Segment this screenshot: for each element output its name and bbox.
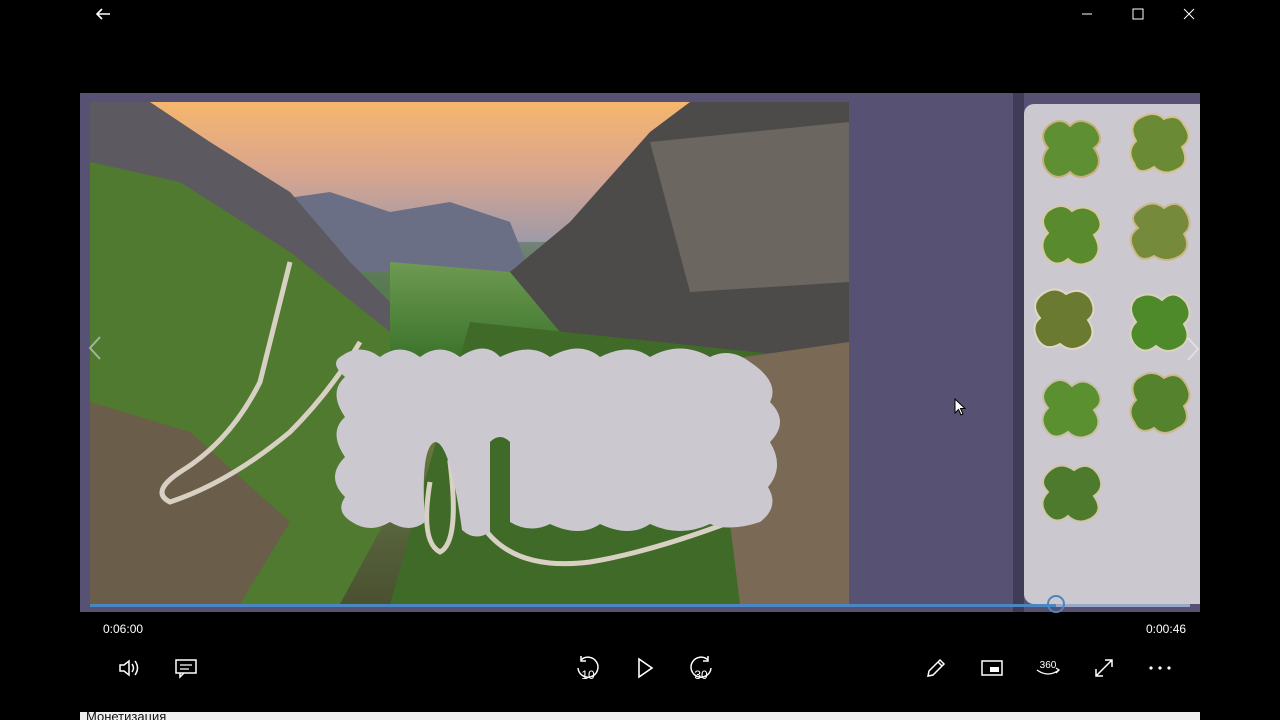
puzzle-board[interactable] <box>90 102 849 604</box>
puzzle-piece[interactable] <box>1036 199 1108 271</box>
svg-text:30: 30 <box>694 668 708 682</box>
subtitles-icon[interactable] <box>170 653 202 683</box>
puzzle-piece[interactable] <box>1036 372 1108 444</box>
tray-divider <box>1013 93 1024 612</box>
remaining-time: 0:00:46 <box>1146 622 1187 636</box>
seek-bar[interactable] <box>90 595 1190 613</box>
maximize-icon[interactable] <box>1115 0 1161 28</box>
forward-30-icon[interactable]: 30 <box>685 653 717 683</box>
mouse-cursor-icon <box>954 398 966 416</box>
mini-view-icon[interactable] <box>976 653 1008 683</box>
puzzle-piece[interactable] <box>1124 366 1196 438</box>
seek-thumb[interactable] <box>1046 595 1065 613</box>
back-arrow-icon[interactable] <box>80 0 126 28</box>
puzzle-piece[interactable] <box>1124 107 1196 179</box>
svg-text:360: 360 <box>1040 660 1057 671</box>
play-icon[interactable] <box>629 653 661 683</box>
more-icon[interactable] <box>1144 653 1176 683</box>
fullscreen-icon[interactable] <box>1088 653 1120 683</box>
edit-pencil-icon[interactable] <box>920 653 952 683</box>
previous-arrow-icon[interactable] <box>86 333 106 363</box>
svg-text:10: 10 <box>581 668 595 682</box>
puzzle-piece[interactable] <box>1028 282 1100 354</box>
close-icon[interactable] <box>1166 0 1212 28</box>
seek-bar-progress <box>90 604 1056 607</box>
next-arrow-icon[interactable] <box>1182 334 1200 364</box>
piece-tray[interactable] <box>1024 104 1200 604</box>
puzzle-piece[interactable] <box>1036 112 1108 184</box>
360-view-icon[interactable]: 360 <box>1032 653 1064 683</box>
title-bar <box>0 0 1280 30</box>
current-time: 0:06:00 <box>103 622 144 636</box>
background-window: Монетизация <box>80 712 1200 720</box>
rewind-10-icon[interactable]: 10 <box>572 653 604 683</box>
puzzle-piece[interactable] <box>1124 194 1196 266</box>
video-frame[interactable] <box>80 93 1200 612</box>
puzzle-piece[interactable] <box>1036 456 1108 528</box>
background-window-text: Монетизация <box>86 712 167 720</box>
minimize-icon[interactable] <box>1064 0 1110 28</box>
volume-icon[interactable] <box>114 653 146 683</box>
